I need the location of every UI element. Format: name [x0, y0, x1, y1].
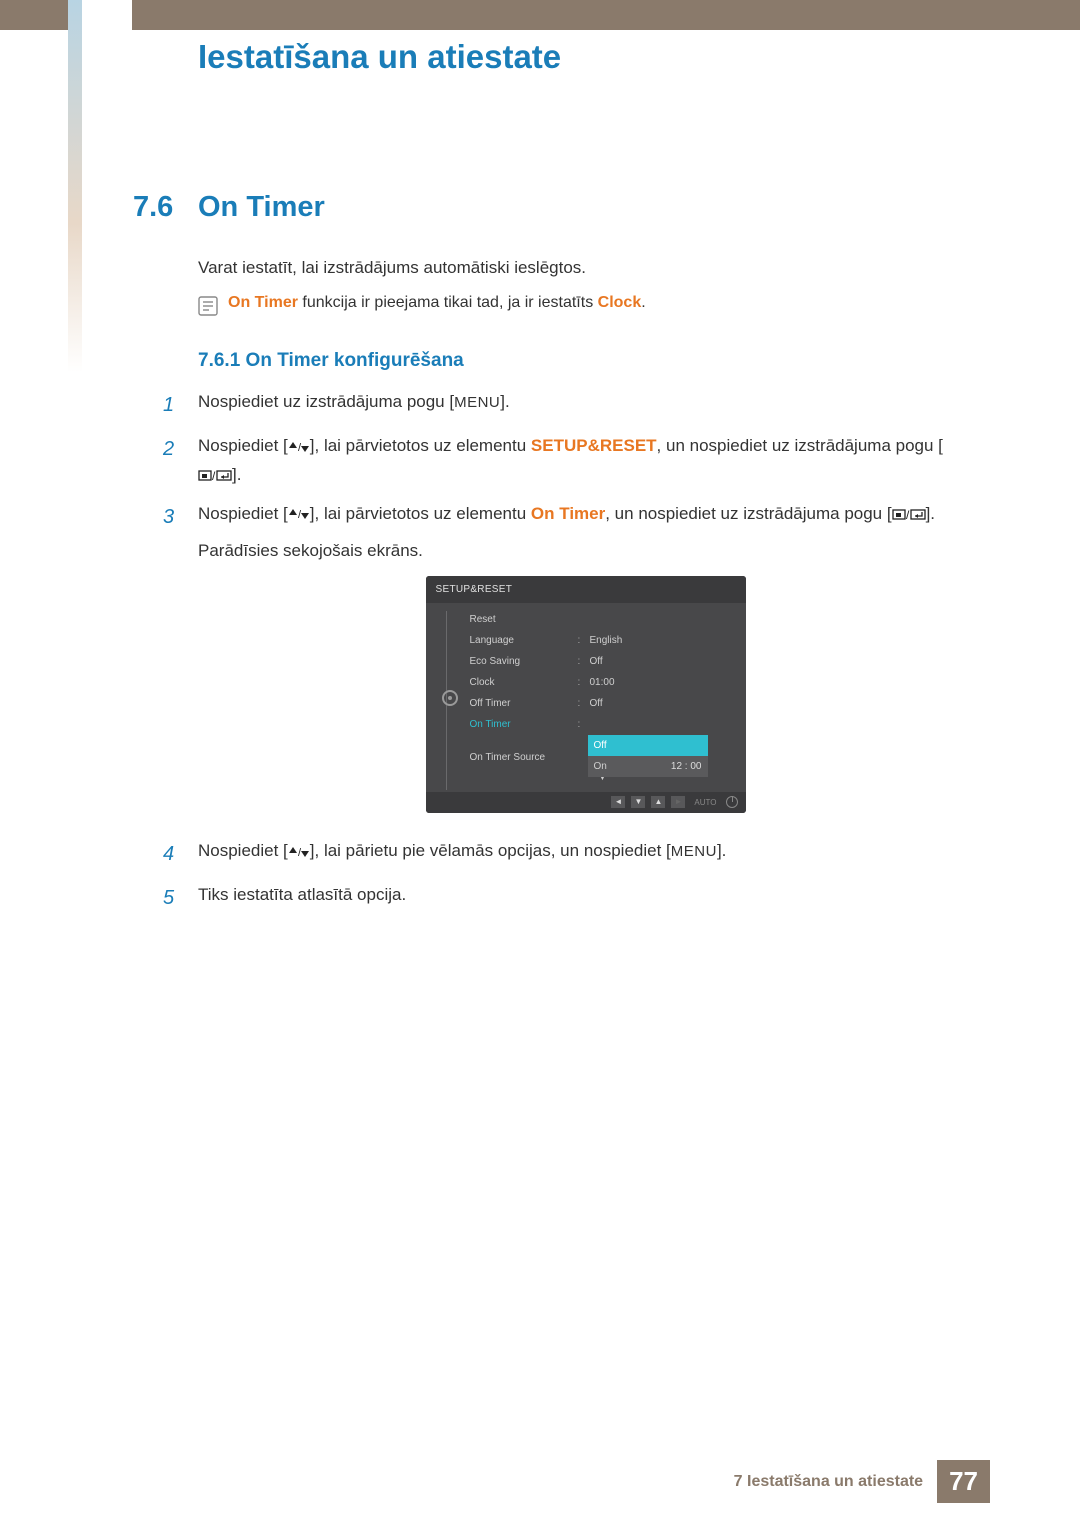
note-kw-ontimer: On Timer	[228, 294, 298, 311]
note-mid: funkcija ir pieejama tikai tad, ja ir ie…	[298, 294, 598, 311]
step-number: 4	[163, 837, 198, 871]
kw-ontimer: On Timer	[531, 504, 605, 523]
up-down-icon: /	[288, 440, 310, 454]
svg-text:/: /	[212, 469, 216, 482]
osd-popup: Off On 12 : 00	[588, 735, 708, 777]
osd-popup-off: Off	[594, 737, 607, 754]
step4-a: Nospiediet [	[198, 841, 288, 860]
up-down-icon: /	[288, 507, 310, 521]
note: On Timer funkcija ir pieejama tikai tad,…	[198, 294, 646, 316]
select-enter-icon: /	[198, 468, 232, 482]
step-list: 1 Nospiediet uz izstrādājuma pogu [MENU]…	[163, 388, 973, 925]
menu-button-label: MENU	[454, 394, 500, 411]
side-strip	[68, 0, 82, 1490]
osd-val-offtimer: Off	[590, 695, 736, 712]
chapter-title: Iestatīšana un atiestate	[198, 38, 561, 76]
step3-line2: Parādīsies sekojošais ekrāns.	[198, 537, 973, 566]
note-text: On Timer funkcija ir pieejama tikai tad,…	[228, 294, 646, 312]
menu-button-label: MENU	[671, 843, 717, 860]
svg-text:/: /	[298, 847, 302, 859]
osd-screenshot: SETUP&RESET Reset Language:English Eco S…	[426, 576, 746, 814]
step5-text: Tiks iestatīta atlasītā opcija.	[198, 881, 973, 910]
kw-setupreset: SETUP&RESET	[531, 436, 657, 455]
step-number: 3	[163, 500, 198, 534]
osd-auto-label: AUTO	[691, 796, 719, 810]
section-title: On Timer	[198, 191, 325, 224]
step-3: 3 Nospiediet [ / ], lai pārvietotos uz ele…	[163, 500, 973, 827]
select-enter-icon: /	[892, 507, 926, 521]
osd-item-eco: Eco Saving	[470, 653, 578, 670]
step2-a: Nospiediet [	[198, 436, 288, 455]
section-number: 7.6	[133, 191, 198, 224]
step-2: 2 Nospiediet [ / ], lai pārvietotos uz ele…	[163, 432, 973, 490]
power-icon	[726, 796, 738, 808]
osd-val-clock: 01:00	[590, 674, 736, 691]
osd-item-offtimer: Off Timer	[470, 695, 578, 712]
step-1: 1 Nospiediet uz izstrādājuma pogu [MENU]…	[163, 388, 973, 422]
nav-down-icon: ▼	[631, 796, 645, 808]
step2-b: ], lai pārvietotos uz elementu	[310, 436, 531, 455]
page-footer: 7 Iestatīšana un atiestate 77	[734, 1460, 990, 1503]
page-number: 77	[937, 1460, 990, 1503]
step-4: 4 Nospiediet [ / ], lai pārietu pie vēlamā…	[163, 837, 973, 871]
note-kw-clock: Clock	[598, 294, 642, 311]
step4-c: ].	[717, 841, 726, 860]
top-band	[0, 0, 1080, 30]
gear-icon	[442, 690, 458, 706]
step4-b: ], lai pārietu pie vēlamās opcijas, un n…	[310, 841, 671, 860]
section-heading: 7.6 On Timer	[133, 191, 325, 224]
osd-menu-list: Reset Language:English Eco Saving:Off Cl…	[464, 609, 736, 788]
footer-chapter: 7 Iestatīšana un atiestate	[734, 1473, 923, 1491]
step-number: 5	[163, 881, 198, 915]
intro-text: Varat iestatīt, lai izstrādājums automāt…	[198, 258, 586, 278]
step2-d: ].	[232, 465, 241, 484]
svg-text:/: /	[298, 442, 302, 454]
subsection-title: 7.6.1 On Timer konfigurēšana	[198, 350, 464, 372]
osd-val-language: English	[590, 632, 736, 649]
osd-item-language: Language	[470, 632, 578, 649]
osd-item-ontimersource: On Timer Source	[470, 749, 578, 766]
nav-right-icon: ►	[671, 796, 685, 808]
note-icon	[198, 296, 218, 316]
step3-c: , un nospiediet uz izstrādājuma pogu [	[605, 504, 891, 523]
osd-popup-on: On	[594, 758, 607, 775]
step1-text-b: ].	[500, 392, 509, 411]
osd-title: SETUP&RESET	[426, 576, 746, 603]
osd-footer: ◄ ▼ ▲ ► AUTO	[426, 792, 746, 814]
up-down-icon: /	[288, 845, 310, 859]
nav-up-icon: ▲	[651, 796, 665, 808]
nav-left-icon: ◄	[611, 796, 625, 808]
step3-d: ].	[926, 504, 935, 523]
step1-text-a: Nospiediet uz izstrādājuma pogu [	[198, 392, 454, 411]
osd-item-reset: Reset	[470, 611, 578, 628]
step-5: 5 Tiks iestatīta atlasītā opcija.	[163, 881, 973, 915]
step-number: 2	[163, 432, 198, 466]
step-number: 1	[163, 388, 198, 422]
osd-popup-time: 12 : 00	[671, 758, 702, 775]
svg-text:/: /	[298, 509, 302, 521]
note-tail: .	[641, 294, 645, 311]
step3-a: Nospiediet [	[198, 504, 288, 523]
osd-val-eco: Off	[590, 653, 736, 670]
svg-text:/: /	[906, 508, 910, 521]
osd-item-ontimer: On Timer	[470, 716, 578, 733]
step2-c: , un nospiediet uz izstrādājuma pogu [	[657, 436, 943, 455]
osd-item-clock: Clock	[470, 674, 578, 691]
step3-b: ], lai pārvietotos uz elementu	[310, 504, 531, 523]
